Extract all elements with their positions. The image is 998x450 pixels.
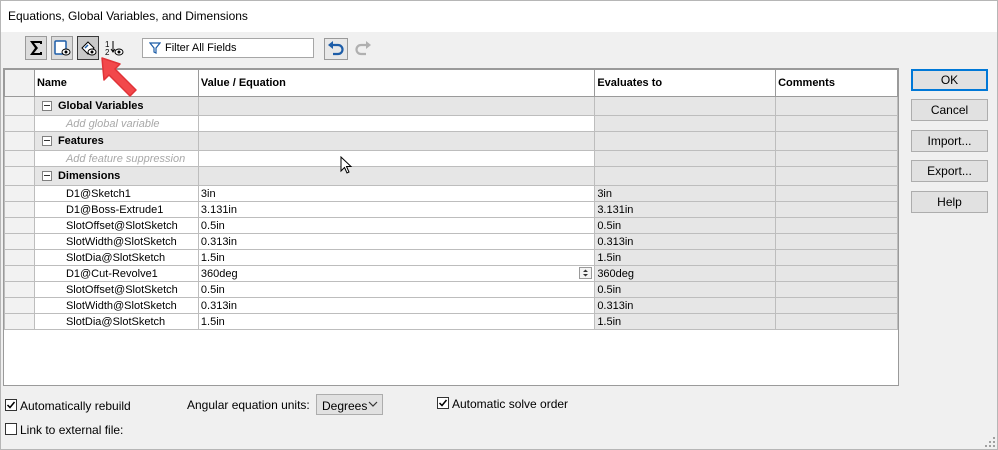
collapse-icon[interactable] [41, 135, 52, 146]
table-row[interactable]: SlotWidth@SlotSketch 0.313in 0.313in [4, 297, 898, 314]
dimension-comment[interactable] [775, 313, 898, 330]
dimension-value[interactable]: 1.5in [197, 249, 596, 266]
ok-button[interactable]: OK [911, 69, 988, 91]
dimension-evaluates: 0.313in [594, 297, 777, 314]
dimension-comment[interactable] [775, 265, 898, 282]
add-global-variable-row: Add global variable [4, 115, 898, 132]
table-row[interactable]: D1@Boss-Extrude1 3.131in 3.131in [4, 201, 898, 218]
angular-units-select[interactable]: Degrees [316, 394, 383, 415]
collapse-icon[interactable] [41, 100, 52, 111]
column-header-evaluates[interactable]: Evaluates to [594, 69, 777, 97]
dimension-name: SlotWidth@SlotSketch [33, 233, 199, 250]
sketch-view-icon [54, 40, 71, 56]
redo-button[interactable] [352, 38, 374, 60]
import-button[interactable]: Import... [911, 130, 988, 152]
dimension-name: SlotWidth@SlotSketch [33, 297, 199, 314]
dimension-evaluates: 1.5in [594, 249, 777, 266]
filter-input[interactable]: Filter All Fields [142, 38, 314, 58]
spin-arrows-icon [583, 269, 589, 277]
dimension-value[interactable]: 0.313in [197, 233, 596, 250]
section-row-features: Features [4, 131, 898, 151]
dimension-evaluates: 3.131in [594, 201, 777, 218]
sigma-icon [30, 41, 42, 55]
dimension-comment[interactable] [775, 217, 898, 234]
add-global-variable-cell[interactable]: Add global variable [33, 115, 199, 132]
row-header-corner [4, 69, 35, 97]
dimension-value[interactable]: 1.5in [197, 313, 596, 330]
table-row[interactable]: SlotDia@SlotSketch 1.5in 1.5in [4, 313, 898, 330]
column-header-comments[interactable]: Comments [775, 69, 898, 97]
auto-solve-checkbox[interactable] [437, 397, 449, 409]
link-external-checkbox[interactable] [5, 423, 17, 435]
ordered-view-icon [81, 41, 97, 56]
dimension-evaluates: 360deg [594, 265, 777, 282]
link-external-label[interactable]: Link to external file: [20, 423, 123, 437]
section-label: Dimensions [57, 170, 121, 182]
dimension-value[interactable]: 0.313in [197, 297, 596, 314]
export-button[interactable]: Export... [911, 160, 988, 182]
equations-table: Name Value / Equation Evaluates to Comme… [4, 69, 898, 330]
dimension-evaluates: 0.313in [594, 233, 777, 250]
column-header-value[interactable]: Value / Equation [197, 69, 596, 97]
sketch-equation-view-button[interactable] [51, 36, 73, 60]
table-row[interactable]: SlotOffset@SlotSketch 0.5in 0.5in [4, 281, 898, 298]
checkmark-icon [438, 399, 448, 407]
dimension-evaluates: 0.5in [594, 281, 777, 298]
annotation-arrow-icon [101, 57, 137, 97]
auto-rebuild-checkbox[interactable] [5, 399, 17, 411]
auto-solve-label[interactable]: Automatic solve order [452, 397, 568, 411]
angular-units-label: Angular equation units: [187, 398, 310, 412]
help-button[interactable]: Help [911, 191, 988, 213]
mouse-cursor-icon [340, 156, 353, 174]
equations-grid[interactable]: Name Value / Equation Evaluates to Comme… [3, 68, 899, 386]
dimension-value[interactable]: 0.5in [197, 281, 596, 298]
table-row[interactable]: SlotWidth@SlotSketch 0.313in 0.313in [4, 233, 898, 250]
filter-icon [149, 42, 161, 54]
table-row[interactable]: D1@Sketch1 3in 3in [4, 185, 898, 202]
dimension-comment[interactable] [775, 281, 898, 298]
dimension-name: SlotDia@SlotSketch [33, 313, 199, 330]
dimension-comment[interactable] [775, 233, 898, 250]
spin-button[interactable] [579, 267, 593, 279]
section-label: Features [57, 135, 104, 147]
table-row[interactable]: D1@Cut-Revolve1 360deg 360deg [4, 265, 898, 282]
dimension-name: SlotOffset@SlotSketch [33, 281, 199, 298]
window-title: Equations, Global Variables, and Dimensi… [8, 9, 248, 23]
dimension-name: D1@Sketch1 [33, 185, 199, 202]
table-row[interactable]: SlotDia@SlotSketch 1.5in 1.5in [4, 249, 898, 266]
dimension-evaluates: 1.5in [594, 313, 777, 330]
dimension-comment[interactable] [775, 201, 898, 218]
dimension-value[interactable]: 3.131in [197, 201, 596, 218]
redo-icon [355, 41, 371, 56]
dimension-value[interactable]: 3in [197, 185, 596, 202]
dimension-value-text: 360deg [200, 267, 238, 280]
filter-placeholder: Filter All Fields [165, 42, 237, 54]
dimension-name: D1@Boss-Extrude1 [33, 201, 199, 218]
dimension-name: SlotOffset@SlotSketch [33, 217, 199, 234]
angular-units-value: Degrees [322, 399, 368, 413]
dimension-comment[interactable] [775, 185, 898, 202]
dimension-value[interactable]: 0.5in [197, 217, 596, 234]
dimension-evaluates: 3in [594, 185, 777, 202]
equation-view-button[interactable] [25, 36, 47, 60]
dimension-name: SlotDia@SlotSketch [33, 249, 199, 266]
section-row-dimensions: Dimensions [4, 166, 898, 186]
dimension-comment[interactable] [775, 249, 898, 266]
cancel-button[interactable]: Cancel [911, 99, 988, 121]
chevron-down-icon [368, 401, 378, 407]
checkmark-icon [6, 401, 16, 409]
dimension-name: D1@Cut-Revolve1 [33, 265, 199, 282]
dimension-evaluates: 0.5in [594, 217, 777, 234]
undo-button[interactable] [324, 38, 348, 60]
undo-icon [328, 41, 344, 56]
resize-grip-icon[interactable] [984, 436, 996, 448]
table-row[interactable]: SlotOffset@SlotSketch 0.5in 0.5in [4, 217, 898, 234]
dimension-comment[interactable] [775, 297, 898, 314]
add-feature-suppression-cell[interactable]: Add feature suppression [33, 150, 199, 167]
collapse-icon[interactable] [41, 170, 52, 181]
auto-rebuild-label[interactable]: Automatically rebuild [20, 399, 131, 413]
add-feature-suppression-row: Add feature suppression [4, 150, 898, 167]
dimension-value[interactable]: 360deg [197, 265, 596, 282]
section-label: Global Variables [57, 100, 144, 112]
